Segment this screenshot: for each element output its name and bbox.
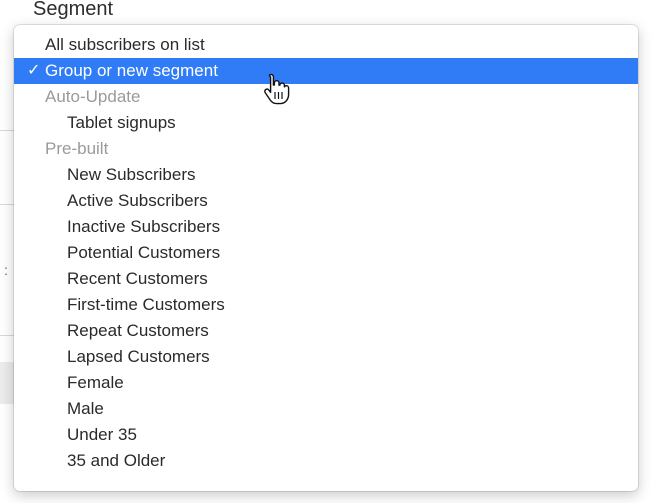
- background-text-fragment: :: [4, 262, 8, 278]
- menu-item-first-time-customers[interactable]: First-time Customers: [14, 292, 638, 318]
- menu-item-active-subscribers[interactable]: Active Subscribers: [14, 188, 638, 214]
- menu-section-header-auto-update: Auto-Update: [45, 87, 141, 106]
- menu-item-group-or-new-segment[interactable]: ✓ Group or new segment: [14, 58, 638, 84]
- menu-item-potential-customers[interactable]: Potential Customers: [14, 240, 638, 266]
- menu-item-under-35[interactable]: Under 35: [14, 422, 638, 448]
- menu-item-new-subscribers[interactable]: New Subscribers: [14, 162, 638, 188]
- menu-item-recent-customers[interactable]: Recent Customers: [14, 266, 638, 292]
- menu-item-female[interactable]: Female: [14, 370, 638, 396]
- menu-item-label: Group or new segment: [45, 61, 218, 80]
- segment-dropdown-menu[interactable]: All subscribers on list ✓ Group or new s…: [14, 25, 638, 491]
- menu-item-male[interactable]: Male: [14, 396, 638, 422]
- hand-pointer-icon: [264, 73, 290, 105]
- menu-item-lapsed-customers[interactable]: Lapsed Customers: [14, 344, 638, 370]
- menu-item-inactive-subscribers[interactable]: Inactive Subscribers: [14, 214, 638, 240]
- menu-section-header-pre-built: Pre-built: [45, 139, 109, 158]
- menu-item-35-and-older[interactable]: 35 and Older: [14, 448, 638, 474]
- menu-item-all-subscribers[interactable]: All subscribers on list: [14, 32, 638, 58]
- menu-item-repeat-customers[interactable]: Repeat Customers: [14, 318, 638, 344]
- checkmark-icon: ✓: [27, 62, 41, 79]
- segment-field-label: Segment: [33, 0, 114, 20]
- menu-item-tablet-signups[interactable]: Tablet signups: [14, 110, 638, 136]
